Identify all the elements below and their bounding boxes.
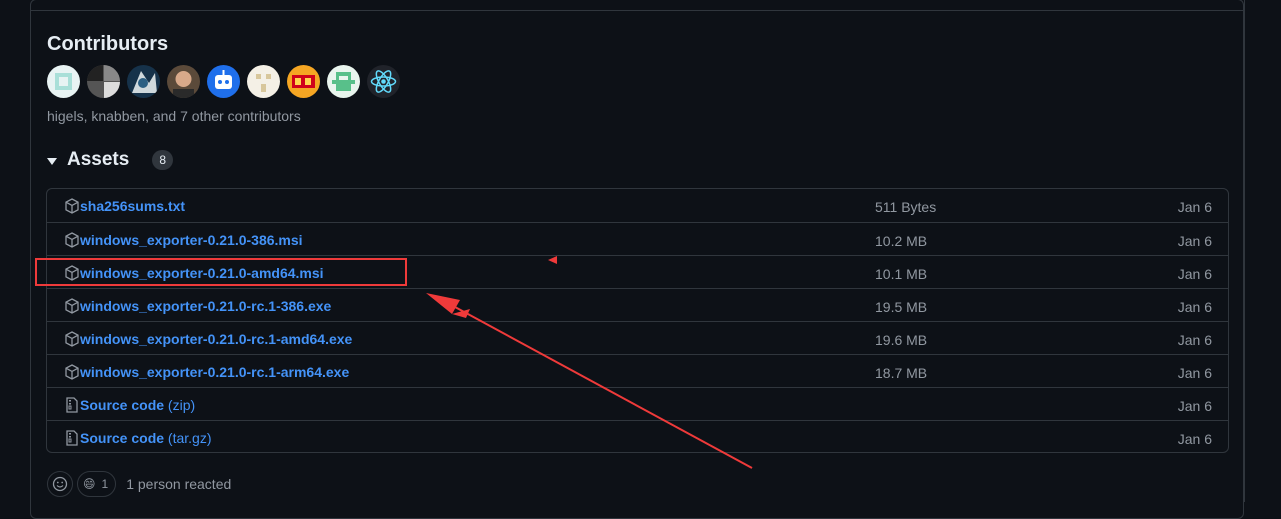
reactions-bar: 😄 1 1 person reacted: [47, 471, 231, 497]
annotation-arrow-shaft: [454, 306, 753, 469]
reaction-summary: 1 person reacted: [126, 476, 232, 492]
smiley-icon: [52, 476, 68, 492]
annotation-arrow: [426, 256, 753, 469]
add-reaction-button[interactable]: [47, 471, 73, 497]
reaction-count: 1: [101, 477, 109, 491]
annotation-arrow-head-icon: [426, 293, 460, 314]
annotation-marker-icon: [548, 256, 557, 264]
reaction-smile-button[interactable]: 😄 1: [77, 471, 117, 497]
smile-emoji-icon: 😄: [83, 477, 96, 491]
